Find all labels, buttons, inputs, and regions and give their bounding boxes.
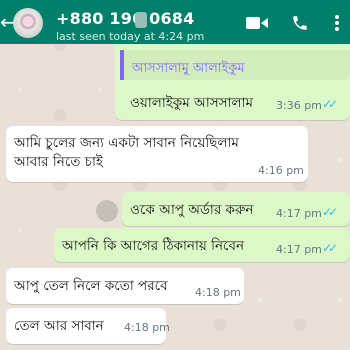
voice-call-icon[interactable] xyxy=(291,14,309,32)
message-text: ওয়ালাইকুম আসসালাম xyxy=(130,95,253,111)
back-arrow-icon[interactable]: ← xyxy=(0,12,17,32)
message-text: তেল আর সাবান xyxy=(14,318,104,334)
contact-name[interactable]: +880 196 0684 xyxy=(56,9,194,28)
redaction-mark xyxy=(135,12,147,28)
message-time: 4:18 pm xyxy=(195,286,241,299)
quote-accent-bar xyxy=(120,50,124,80)
more-vertical-icon[interactable] xyxy=(334,14,340,32)
message-time: 4:17 pm xyxy=(276,207,322,220)
forward-icon[interactable] xyxy=(96,200,118,222)
video-call-icon[interactable] xyxy=(246,16,268,30)
double-check-icon: ✓✓ xyxy=(322,241,338,255)
message-time: 4:18 pm xyxy=(124,321,170,334)
message-text: ওকে আপু অর্ডার করুন xyxy=(130,202,254,218)
quoted-message[interactable]: আসসালামু আলাইকুম xyxy=(120,50,350,80)
message-text: আপনি কি আগের ঠিকানায় নিবেন xyxy=(62,238,245,254)
double-check-icon: ✓✓ xyxy=(322,205,338,219)
avatar[interactable] xyxy=(13,8,43,38)
quoted-text: আসসালামু আলাইকুম xyxy=(132,61,245,76)
message-time: 4:16 pm xyxy=(258,164,304,177)
double-check-icon: ✓✓ xyxy=(322,97,338,111)
chat-header: ← +880 196 0684 last seen today at 4:24 … xyxy=(0,0,350,44)
message-text: আপু তেল নিলে কতো পরবে xyxy=(14,278,168,294)
last-seen-status: last seen today at 4:24 pm xyxy=(56,30,205,43)
message-time: 3:36 pm xyxy=(276,99,322,112)
message-text-line-2: আবার নিতে চাই xyxy=(14,154,103,170)
message-time: 4:17 pm xyxy=(276,243,322,256)
